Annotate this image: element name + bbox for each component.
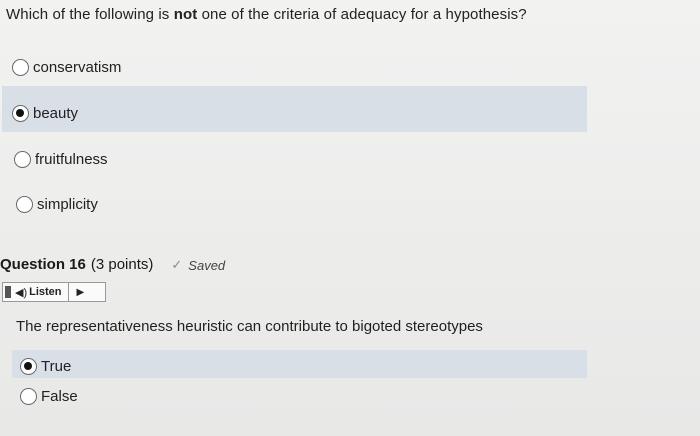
prompt-text-end: one of the criteria of adequacy for a hy… xyxy=(197,6,527,23)
check-icon: ✓ xyxy=(171,257,183,272)
option-conservatism[interactable]: conservatism xyxy=(12,51,121,83)
radio-button[interactable] xyxy=(16,195,33,213)
question-16-prompt: The representativeness heuristic can con… xyxy=(16,318,483,335)
drag-handle-icon[interactable] xyxy=(5,286,11,298)
option-label: simplicity xyxy=(37,195,98,213)
radio-button-selected[interactable] xyxy=(20,357,37,375)
quiz-page: Which of the following is not one of the… xyxy=(0,0,700,436)
option-label: beauty xyxy=(33,104,79,122)
selected-answer-highlight xyxy=(12,350,587,378)
saved-label: Saved xyxy=(188,257,226,273)
option-fruitfulness[interactable]: fruitfulness xyxy=(14,143,108,175)
option-true[interactable]: True xyxy=(20,355,71,377)
prompt-text: Which of the following is xyxy=(6,6,174,23)
option-beauty[interactable]: beauty xyxy=(12,97,78,129)
listen-toolbar: ◀) Listen ▶ xyxy=(2,282,106,302)
option-label: True xyxy=(41,357,72,375)
option-false[interactable]: False xyxy=(20,385,78,407)
radio-button[interactable] xyxy=(20,387,37,405)
option-label: False xyxy=(41,387,78,405)
speaker-icon[interactable]: ◀) xyxy=(15,286,27,299)
saved-status: ✓ Saved xyxy=(171,257,225,273)
radio-button-selected[interactable] xyxy=(12,104,29,122)
question-16-header: Question 16 (3 points) ✓ Saved xyxy=(0,256,225,273)
question-points: (3 points) xyxy=(90,256,154,273)
radio-button[interactable] xyxy=(12,58,29,76)
option-label: fruitfulness xyxy=(35,150,108,168)
option-label: conservatism xyxy=(33,58,122,76)
question-title: Question 16 xyxy=(0,256,86,273)
radio-button[interactable] xyxy=(14,150,31,168)
play-icon[interactable]: ▶ xyxy=(77,287,85,298)
selected-answer-highlight xyxy=(2,86,587,132)
divider xyxy=(67,282,69,302)
option-simplicity[interactable]: simplicity xyxy=(16,188,98,220)
listen-button[interactable]: Listen xyxy=(29,286,61,298)
prompt-emphasis: not xyxy=(173,6,198,23)
question-15-prompt: Which of the following is not one of the… xyxy=(6,6,527,23)
